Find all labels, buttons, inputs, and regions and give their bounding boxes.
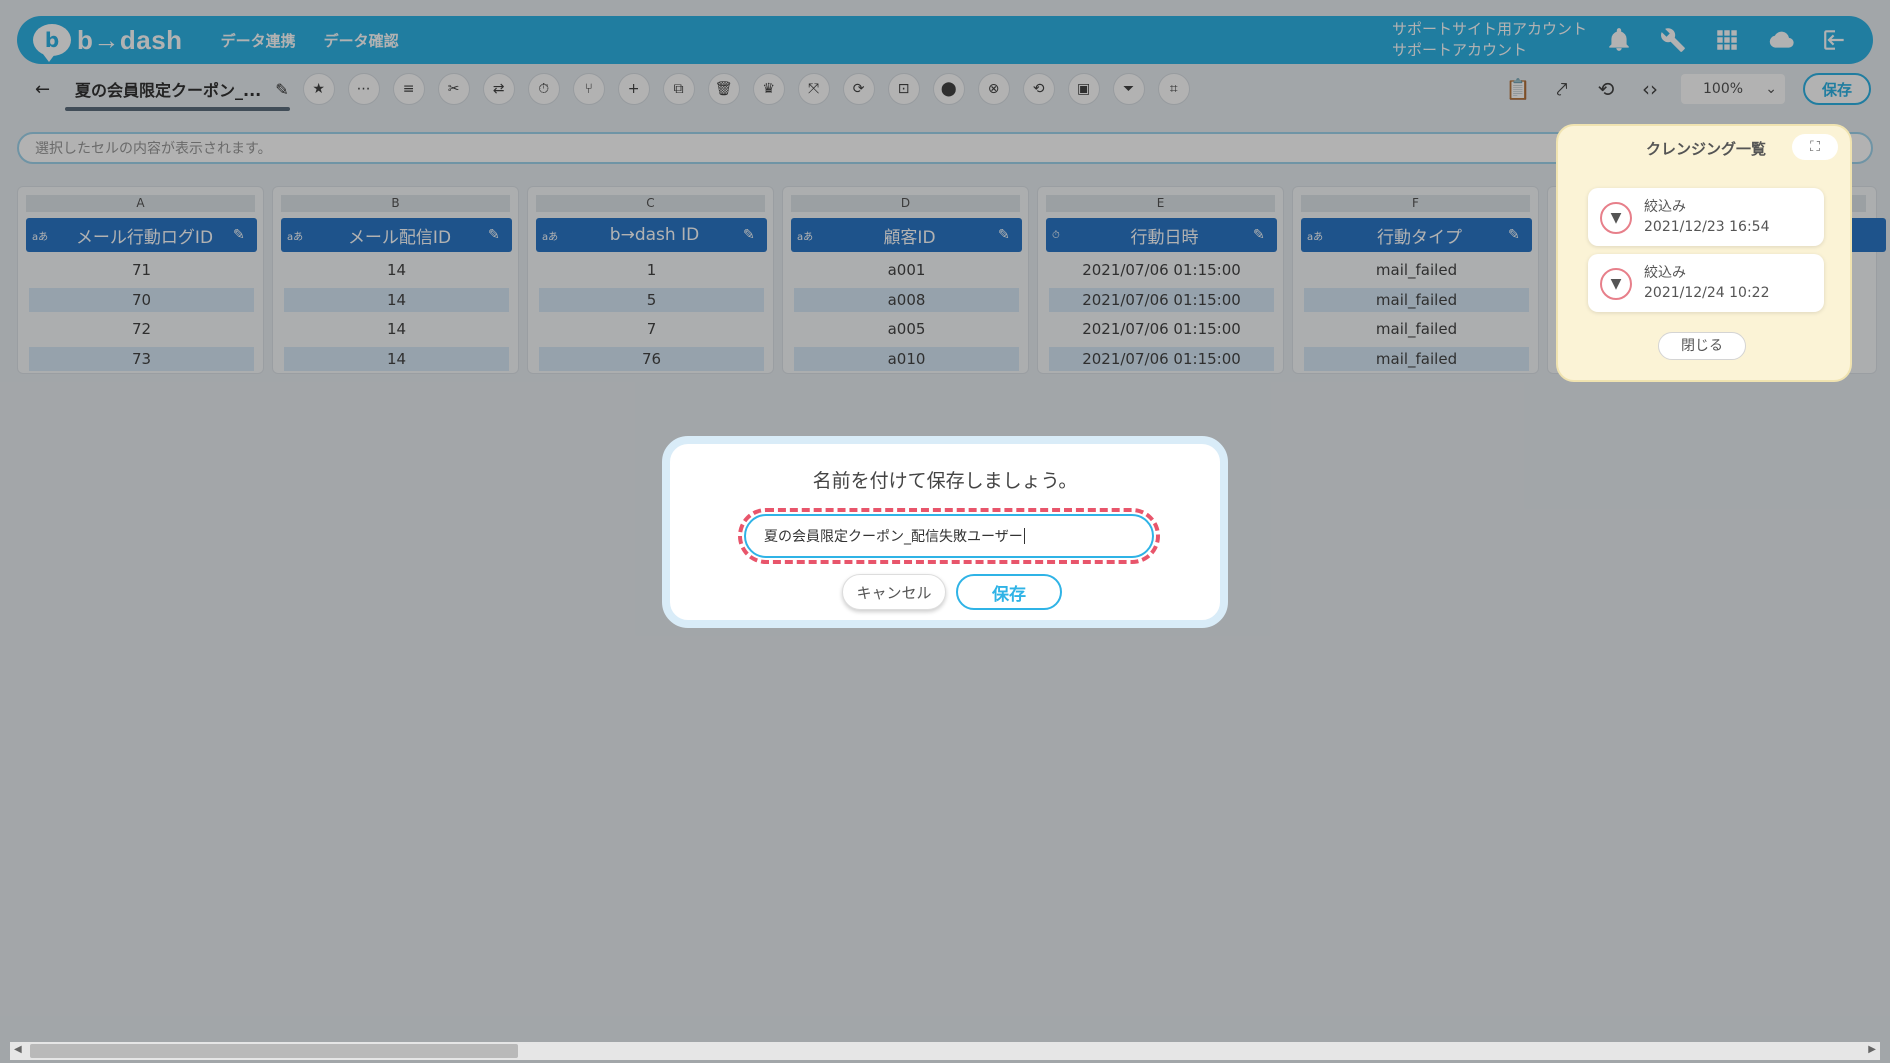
filter-icon: ▼ bbox=[1600, 268, 1632, 300]
cleansing-item-label: 絞込み bbox=[1644, 199, 1686, 215]
dialog-save-button[interactable]: 保存 bbox=[956, 574, 1062, 610]
cleansing-item[interactable]: ▼ 絞込み 2021/12/24 10:22 bbox=[1588, 254, 1824, 312]
expand-icon[interactable]: ⛶ bbox=[1792, 134, 1838, 160]
scrollbar-thumb[interactable] bbox=[30, 1044, 518, 1058]
save-name-input[interactable]: 夏の会員限定クーポン_配信失敗ユーザー bbox=[744, 514, 1154, 558]
close-panel-button[interactable]: 閉じる bbox=[1658, 332, 1746, 360]
filter-icon: ▼ bbox=[1600, 202, 1632, 234]
cleansing-panel: クレンジング一覧 ⛶ ▼ 絞込み 2021/12/23 16:54 ▼ 絞込み … bbox=[1556, 124, 1852, 382]
dialog-title: 名前を付けて保存しましょう。 bbox=[812, 470, 1078, 492]
cleansing-item-date: 2021/12/24 10:22 bbox=[1644, 285, 1770, 301]
text-caret bbox=[1023, 528, 1025, 544]
cancel-button[interactable]: キャンセル bbox=[842, 574, 946, 610]
scroll-left-arrow-icon[interactable]: ◀ bbox=[14, 1044, 22, 1055]
horizontal-scrollbar[interactable]: ◀ ▶ bbox=[10, 1042, 1880, 1060]
cleansing-item[interactable]: ▼ 絞込み 2021/12/23 16:54 bbox=[1588, 188, 1824, 246]
cleansing-panel-title: クレンジング一覧 bbox=[1646, 140, 1767, 158]
save-dialog: 名前を付けて保存しましょう。 夏の会員限定クーポン_配信失敗ユーザー キャンセル… bbox=[662, 436, 1228, 628]
scroll-right-arrow-icon[interactable]: ▶ bbox=[1868, 1044, 1876, 1055]
save-name-value: 夏の会員限定クーポン_配信失敗ユーザー bbox=[764, 529, 1023, 545]
cleansing-item-date: 2021/12/23 16:54 bbox=[1644, 219, 1770, 235]
cleansing-item-label: 絞込み bbox=[1644, 265, 1686, 281]
